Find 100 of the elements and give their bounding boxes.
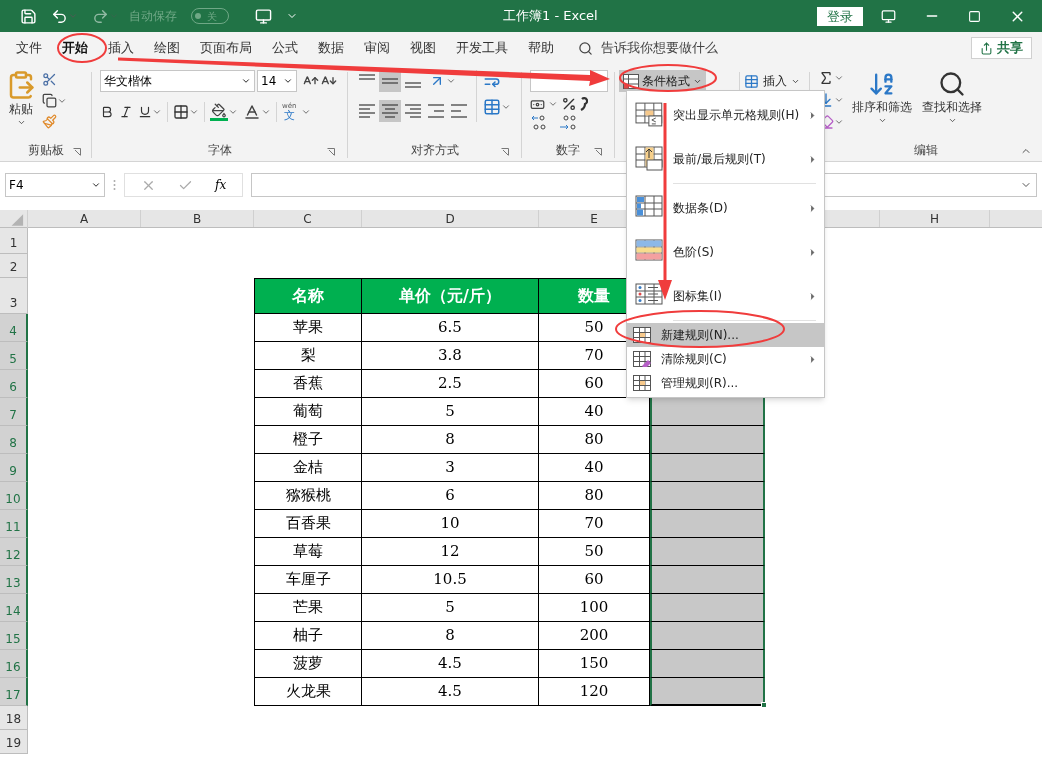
selected-cell[interactable] bbox=[650, 538, 765, 566]
column-header[interactable]: C bbox=[254, 210, 362, 227]
selected-cell[interactable] bbox=[650, 510, 765, 538]
row-header[interactable]: 2 bbox=[0, 254, 28, 278]
menu-tab[interactable]: 审阅 bbox=[354, 38, 400, 58]
caret-icon[interactable] bbox=[834, 95, 844, 105]
caret-icon[interactable] bbox=[501, 102, 511, 112]
row-header[interactable]: 8 bbox=[0, 426, 28, 454]
selected-cell[interactable] bbox=[650, 650, 765, 678]
caret-icon[interactable] bbox=[152, 107, 162, 117]
column-header[interactable]: A bbox=[28, 210, 141, 227]
menu-item[interactable]: 最前/最后规则(T) bbox=[627, 137, 824, 181]
fill-handle[interactable] bbox=[761, 702, 767, 708]
font-name-field[interactable]: 华文楷体 bbox=[100, 70, 255, 92]
save-icon[interactable] bbox=[20, 7, 37, 25]
row-header[interactable]: 18 bbox=[0, 706, 28, 730]
drag-handle-icon[interactable] bbox=[113, 179, 116, 191]
row-header[interactable]: 11 bbox=[0, 510, 28, 538]
insert-button[interactable]: 插入 bbox=[744, 70, 805, 92]
font-size-field[interactable]: 14 bbox=[257, 70, 297, 92]
name-box[interactable]: F4 bbox=[5, 173, 105, 197]
selected-cell[interactable] bbox=[650, 454, 765, 482]
caret-icon[interactable] bbox=[283, 76, 293, 86]
row-header[interactable]: 7 bbox=[0, 398, 28, 426]
selected-cell[interactable] bbox=[650, 678, 765, 706]
caret-icon[interactable] bbox=[228, 107, 238, 117]
insert-function-button[interactable]: fx bbox=[215, 176, 227, 194]
menu-tab[interactable]: 公式 bbox=[262, 38, 308, 58]
dialog-launcher-icon[interactable] bbox=[327, 148, 335, 156]
caret-icon[interactable] bbox=[834, 73, 844, 83]
row-header[interactable]: 4 bbox=[0, 314, 28, 342]
share-button[interactable]: 共享 bbox=[971, 37, 1032, 59]
row-header[interactable]: 13 bbox=[0, 566, 28, 594]
format-painter-icon[interactable] bbox=[42, 114, 57, 129]
selected-cell[interactable] bbox=[650, 594, 765, 622]
copy-icon[interactable] bbox=[42, 93, 57, 108]
italic-icon[interactable] bbox=[119, 105, 133, 119]
caret-icon[interactable] bbox=[241, 76, 251, 86]
font-color-icon[interactable] bbox=[243, 103, 261, 121]
form-icon[interactable] bbox=[255, 7, 272, 25]
row-header[interactable]: 12 bbox=[0, 538, 28, 566]
menu-tab[interactable]: 开发工具 bbox=[446, 38, 518, 58]
dialog-launcher-icon[interactable] bbox=[594, 148, 602, 156]
row-header[interactable]: 14 bbox=[0, 594, 28, 622]
caret-icon[interactable] bbox=[548, 99, 558, 109]
column-header[interactable]: B bbox=[141, 210, 254, 227]
row-header[interactable]: 3 bbox=[0, 278, 28, 314]
redo-icon[interactable] bbox=[92, 7, 109, 25]
menu-tab[interactable]: 视图 bbox=[400, 38, 446, 58]
paste-button[interactable]: 粘贴 bbox=[6, 70, 36, 129]
caret-icon[interactable] bbox=[91, 180, 101, 190]
menu-tab[interactable]: 开始 bbox=[52, 38, 98, 58]
menu-item[interactable]: 新建规则(N)... bbox=[627, 323, 824, 347]
row-header[interactable]: 5 bbox=[0, 342, 28, 370]
dialog-launcher-icon[interactable] bbox=[501, 148, 509, 156]
borders-icon[interactable] bbox=[173, 104, 189, 120]
find-select-button[interactable]: 查找和选择 bbox=[920, 70, 984, 130]
row-header[interactable]: 1 bbox=[0, 228, 28, 254]
menu-tab[interactable]: 帮助 bbox=[518, 38, 564, 58]
menu-item[interactable]: 突出显示单元格规则(H) bbox=[627, 93, 824, 137]
bold-icon[interactable] bbox=[100, 105, 114, 119]
selected-cell[interactable] bbox=[650, 426, 765, 454]
caret-icon[interactable] bbox=[261, 107, 271, 117]
align-center-icon[interactable] bbox=[379, 100, 401, 122]
row-header[interactable]: 19 bbox=[0, 730, 28, 754]
menu-tab[interactable]: 绘图 bbox=[144, 38, 190, 58]
underline-icon[interactable] bbox=[138, 105, 152, 119]
row-header[interactable]: 6 bbox=[0, 370, 28, 398]
caret-icon[interactable] bbox=[446, 76, 456, 86]
dialog-launcher-icon[interactable] bbox=[73, 148, 81, 156]
menu-tab[interactable]: 数据 bbox=[308, 38, 354, 58]
autosum-icon[interactable] bbox=[818, 70, 834, 86]
ribbon-display-icon[interactable] bbox=[881, 8, 896, 24]
menu-tab[interactable]: 页面布局 bbox=[190, 38, 262, 58]
cut-icon[interactable] bbox=[42, 72, 57, 87]
row-header[interactable]: 10 bbox=[0, 482, 28, 510]
menu-item[interactable]: 色阶(S) bbox=[627, 230, 824, 274]
login-button[interactable]: 登录 bbox=[817, 6, 863, 26]
decrease-decimal-icon[interactable] bbox=[558, 115, 578, 131]
menu-tab[interactable]: 插入 bbox=[98, 38, 144, 58]
selected-cell[interactable] bbox=[650, 566, 765, 594]
row-header[interactable]: 15 bbox=[0, 622, 28, 650]
search-icon[interactable] bbox=[578, 40, 593, 56]
tell-me-field[interactable]: 告诉我你想要做什么 bbox=[601, 38, 718, 58]
row-header[interactable]: 9 bbox=[0, 454, 28, 482]
caret-icon[interactable] bbox=[834, 117, 844, 127]
undo-icon[interactable] bbox=[51, 7, 68, 25]
selected-cell[interactable] bbox=[650, 482, 765, 510]
maximize-icon[interactable] bbox=[968, 9, 981, 23]
caret-icon[interactable] bbox=[189, 107, 199, 117]
column-header[interactable]: D bbox=[362, 210, 539, 227]
caret-icon[interactable] bbox=[301, 107, 312, 117]
selected-cell[interactable] bbox=[650, 622, 765, 650]
selected-cell[interactable] bbox=[650, 398, 765, 426]
merge-center-icon[interactable] bbox=[483, 98, 501, 116]
menu-tab[interactable]: 文件 bbox=[6, 38, 52, 58]
row-header[interactable]: 16 bbox=[0, 650, 28, 678]
column-header[interactable]: H bbox=[880, 210, 990, 227]
row-header[interactable]: 17 bbox=[0, 678, 28, 706]
fill-color-icon[interactable] bbox=[210, 103, 228, 121]
